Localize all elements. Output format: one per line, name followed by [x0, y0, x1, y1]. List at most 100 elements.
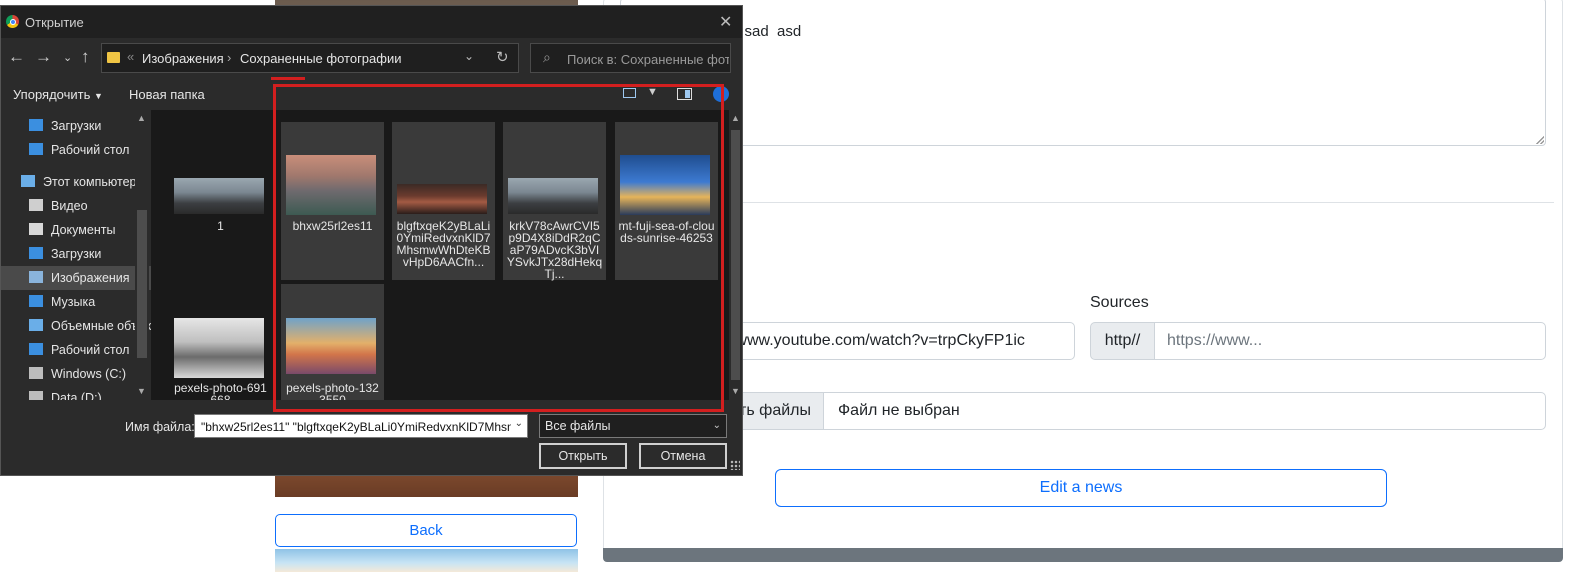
- sidebar-item[interactable]: Документы: [1, 218, 151, 242]
- file-tile[interactable]: blgftxqeK2yBLaLi0YmiRedvxnKlD7MhsmwWhDte…: [392, 122, 495, 280]
- search-box[interactable]: ⌕: [530, 43, 731, 73]
- sidebar-item[interactable]: Загрузки: [1, 242, 151, 266]
- source-url-field[interactable]: [1154, 322, 1546, 360]
- sidebar-item[interactable]: Рабочий стол: [1, 338, 151, 362]
- filetype-select[interactable]: Все файлы ⌄: [539, 414, 727, 438]
- sidebar-item[interactable]: Видео: [1, 194, 151, 218]
- scrollbar-thumb[interactable]: [137, 210, 147, 358]
- sidebar-item-label: Windows (C:): [51, 367, 127, 381]
- image-thumbnail: [508, 178, 598, 214]
- file-list-scrollbar[interactable]: ▲ ▼: [729, 110, 742, 400]
- chevron-down-icon[interactable]: ⌄: [63, 51, 72, 64]
- news-text-area[interactable]: [620, 0, 1546, 146]
- open-button[interactable]: Открыть: [539, 443, 627, 469]
- breadcrumb-separator-icon[interactable]: ›: [227, 50, 231, 65]
- file-name: bhxw25rl2es11: [292, 219, 373, 233]
- cancel-button[interactable]: Отмена: [639, 443, 727, 469]
- file-tile[interactable]: 1: [169, 122, 272, 280]
- sidebar-item[interactable]: Изображения: [1, 266, 151, 290]
- address-bar[interactable]: « Изображения › Сохраненные фотографии ⌄…: [101, 43, 519, 73]
- scroll-up-icon[interactable]: ▲: [731, 113, 740, 123]
- file-tile[interactable]: mt-fuji-sea-of-clouds-sunrise-46253: [615, 122, 718, 280]
- file-name: krkV78cAwrCVI5p9D4X8iDdR2qCaP79ADvcK3bVI…: [506, 219, 603, 281]
- sidebar-item-label: Рабочий стол: [51, 143, 130, 157]
- sidebar-item-label: Рабочий стол: [51, 343, 130, 357]
- edit-news-button[interactable]: Edit a news: [775, 469, 1387, 507]
- http-prefix: http//: [1090, 322, 1155, 360]
- file-tile[interactable]: pexels-photo-691668: [169, 284, 272, 400]
- arrow-up-icon[interactable]: ↑: [81, 47, 90, 67]
- sources-label: Sources: [1090, 294, 1149, 311]
- annotation-mark: [271, 77, 305, 80]
- arrow-left-icon[interactable]: ←: [8, 47, 25, 67]
- drive-icon: [29, 391, 43, 400]
- image-thumbnail: [620, 155, 710, 215]
- image-thumbnail: [174, 318, 264, 378]
- divider: [620, 202, 1554, 203]
- sidebar-item[interactable]: Data (D:): [1, 386, 151, 400]
- scroll-up-icon[interactable]: ▲: [137, 113, 146, 123]
- file-tile[interactable]: krkV78cAwrCVI5p9D4X8iDdR2qCaP79ADvcK3bVI…: [503, 122, 606, 280]
- dialog-footer: Имя файла: ⌄ Все файлы ⌄ Открыть Отмена: [1, 400, 742, 475]
- back-button[interactable]: Back: [275, 514, 577, 547]
- breadcrumb-saved-photos[interactable]: Сохраненные фотографии: [240, 51, 401, 66]
- desktop-icon: [29, 143, 43, 155]
- card-footer: [603, 548, 1563, 562]
- music-icon: [29, 295, 43, 307]
- preview-image-bottom: [275, 549, 578, 572]
- chevron-down-icon: ⌄: [712, 420, 721, 431]
- breadcrumb-images[interactable]: Изображения: [142, 51, 224, 66]
- sidebar-item-label: Музыка: [51, 295, 96, 309]
- view-mode-icon[interactable]: [623, 88, 636, 98]
- help-icon[interactable]: [713, 86, 729, 102]
- file-name: pexels-photo-691668: [174, 381, 267, 400]
- navigation-bar: ← → ⌄ ↑ « Изображения › Сохраненные фото…: [1, 40, 742, 76]
- file-name: mt-fuji-sea-of-clouds-sunrise-46253: [618, 219, 715, 245]
- organize-label: Упорядочить: [13, 87, 91, 102]
- preview-pane-icon[interactable]: [677, 88, 692, 100]
- file-list: 1 bhxw25rl2es11 blgftxqeK2yBLaLi0YmiRedvxn…: [151, 110, 729, 400]
- source-url-input[interactable]: [1155, 323, 1545, 359]
- resize-grip-icon[interactable]: [730, 460, 740, 470]
- resize-grip-icon[interactable]: [1536, 136, 1544, 144]
- close-icon[interactable]: ✕: [719, 12, 732, 32]
- filename-field[interactable]: ⌄: [194, 414, 528, 438]
- file-tile[interactable]: bhxw25rl2es11: [281, 122, 384, 280]
- navigation-scrollbar[interactable]: ▲ ▼: [135, 110, 149, 400]
- image-thumbnail: [397, 184, 487, 214]
- organize-button[interactable]: Упорядочить ▼: [13, 87, 103, 102]
- scroll-down-icon[interactable]: ▼: [137, 386, 146, 396]
- sidebar-item[interactable]: Объемные объекты: [1, 314, 151, 338]
- view-dropdown-icon[interactable]: ▼: [647, 86, 658, 98]
- sidebar-item[interactable]: Этот компьютер: [1, 170, 151, 194]
- refresh-icon[interactable]: ↻: [496, 48, 509, 66]
- sidebar-item-label: Этот компьютер: [43, 175, 137, 189]
- file-name: pexels-photo-1323550: [286, 381, 379, 400]
- address-dropdown-icon[interactable]: ⌄: [464, 49, 474, 63]
- scroll-down-icon[interactable]: ▼: [731, 386, 740, 396]
- arrow-right-icon[interactable]: →: [35, 47, 52, 67]
- sidebar-item-label: Загрузки: [51, 119, 102, 133]
- navigation-pane: Загрузки Рабочий стол Этот компьютер Видео Д…: [1, 110, 151, 400]
- filename-label: Имя файла:: [125, 420, 195, 434]
- image-thumbnail: [286, 318, 376, 374]
- double-chevron-icon[interactable]: «: [127, 49, 134, 64]
- chevron-down-icon[interactable]: ⌄: [515, 418, 523, 429]
- new-folder-button[interactable]: Новая папка: [129, 87, 205, 102]
- sidebar-item[interactable]: Музыка: [1, 290, 151, 314]
- sidebar-item[interactable]: Загрузки: [1, 114, 151, 138]
- filename-input[interactable]: [199, 416, 513, 438]
- sidebar-item-label: Документы: [51, 223, 116, 237]
- sidebar-item-label: Загрузки: [51, 247, 102, 261]
- file-tile[interactable]: pexels-photo-1323550: [281, 284, 384, 400]
- file-status: Файл не выбран: [823, 392, 1546, 430]
- scrollbar-thumb[interactable]: [731, 130, 740, 380]
- download-icon: [29, 247, 43, 259]
- search-icon: ⌕: [543, 49, 551, 65]
- search-input[interactable]: [565, 46, 731, 72]
- sidebar-item[interactable]: Рабочий стол: [1, 138, 151, 162]
- sidebar-item[interactable]: Windows (C:): [1, 362, 151, 386]
- document-icon: [29, 223, 43, 235]
- sidebar-item-label: Data (D:): [51, 391, 102, 400]
- sidebar-item-label: Изображения: [51, 271, 130, 285]
